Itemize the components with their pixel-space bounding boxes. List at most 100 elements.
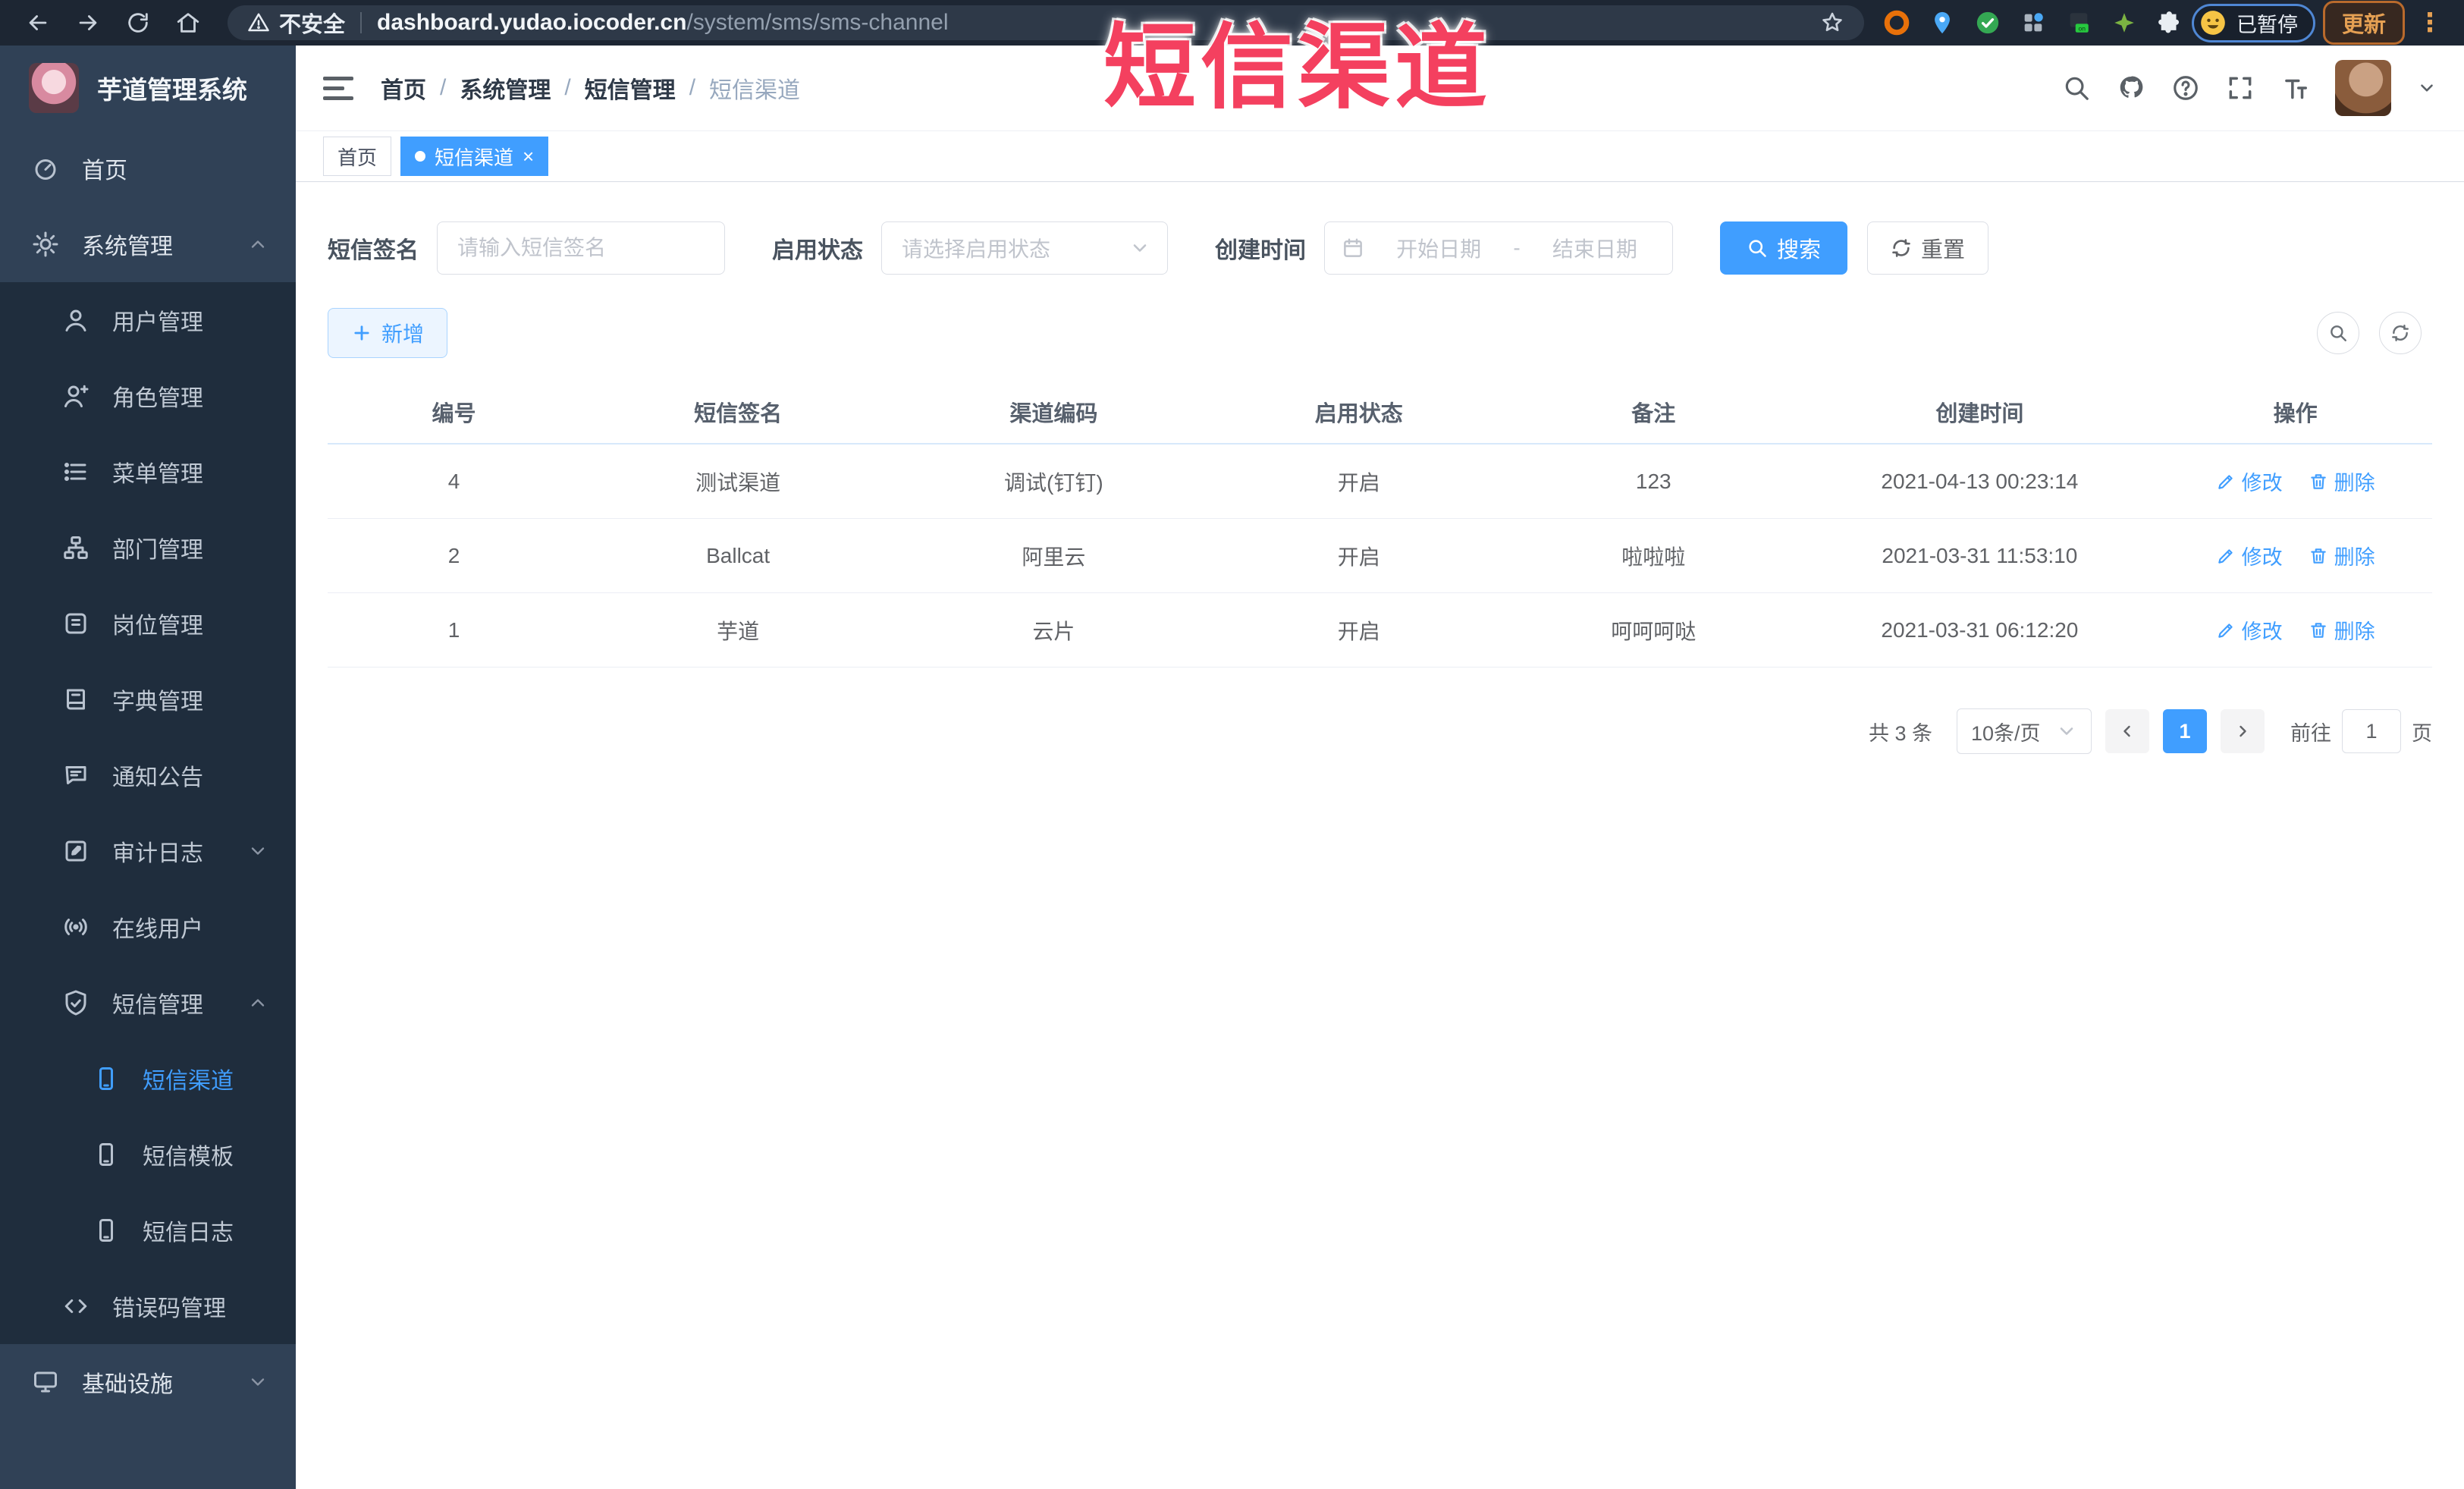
avatar-caret-down-icon[interactable] xyxy=(2417,78,2437,98)
cell-id: 1 xyxy=(447,617,460,642)
sidebar-item-短信管理[interactable]: 短信管理 xyxy=(0,965,296,1041)
font-size-icon[interactable] xyxy=(2280,74,2309,102)
prev-page-icon[interactable] xyxy=(2105,709,2149,753)
delete-link[interactable]: 删除 xyxy=(2309,466,2375,496)
sidebar-item-基础设施[interactable]: 基础设施 xyxy=(0,1344,296,1420)
blue-pin-extension-icon[interactable] xyxy=(1928,8,1957,37)
hamburger-icon[interactable] xyxy=(323,76,353,100)
sidebar-item-label: 审计日志 xyxy=(112,841,203,866)
breadcrumb-item[interactable]: 系统管理 xyxy=(460,71,551,105)
sidebar-item-label: 通知公告 xyxy=(112,765,203,790)
user-avatar[interactable] xyxy=(2335,60,2391,116)
home-icon[interactable] xyxy=(167,6,209,39)
search-button[interactable]: 搜索 xyxy=(1720,221,1848,275)
sidebar-item-首页[interactable]: 首页 xyxy=(0,130,296,206)
sidebar-menu: 首页 系统管理 用户管理 角色管理 菜单管理部门管理岗位管理 字典管理通知公告审计日志在线… xyxy=(0,130,296,1420)
sidebar-item-label: 基础设施 xyxy=(82,1372,173,1397)
sidebar-item-在线用户[interactable]: 在线用户 xyxy=(0,889,296,965)
sidebar-item-label: 部门管理 xyxy=(112,538,203,563)
tab-close-icon[interactable]: × xyxy=(523,146,534,166)
forward-icon[interactable] xyxy=(67,6,109,39)
bookmark-star-icon[interactable] xyxy=(1820,11,1844,35)
tab-home[interactable]: 首页 xyxy=(323,137,392,176)
cell-created: 2021-03-31 06:12:20 xyxy=(1881,617,2079,642)
grid-extension-icon[interactable] xyxy=(2019,8,2048,37)
security-label[interactable]: 不安全 xyxy=(279,7,345,39)
sidebar-item-label: 短信日志 xyxy=(143,1220,234,1246)
breadcrumb: 首页 / 系统管理 / 短信管理 / 短信渠道 xyxy=(381,71,800,105)
cell-remark: 123 xyxy=(1635,469,1671,493)
browser-menu-icon[interactable]: ⋮ xyxy=(2412,8,2447,38)
goto-prefix: 前往 xyxy=(2290,721,2331,745)
sidebar-item-短信模板[interactable]: 短信模板 xyxy=(0,1117,296,1192)
reset-button[interactable]: 重置 xyxy=(1867,221,1989,275)
post-icon xyxy=(62,610,89,637)
sidebar-item-通知公告[interactable]: 通知公告 xyxy=(0,737,296,813)
url-bar[interactable]: 不安全 dashboard.yudao.iocoder.cn /system/s… xyxy=(228,5,1864,40)
status-select[interactable]: 请选择启用状态 xyxy=(881,221,1168,275)
sidebar-item-用户管理[interactable]: 用户管理 xyxy=(0,282,296,358)
sidebar-item-菜单管理[interactable]: 菜单管理 xyxy=(0,434,296,510)
dashboard-icon xyxy=(32,155,59,182)
next-page-icon[interactable] xyxy=(2221,709,2265,753)
cell-status: 开启 xyxy=(1337,619,1380,643)
dark-on-extension-icon[interactable]: on xyxy=(2064,8,2093,37)
main-content: 短信签名 启用状态 请选择启用状态 创建时间 开始日期 - 结束日期 xyxy=(296,182,2464,1489)
sidebar-item-角色管理[interactable]: 角色管理 xyxy=(0,358,296,434)
sidebar-item-错误码管理[interactable]: 错误码管理 xyxy=(0,1268,296,1344)
green-clover-extension-icon[interactable] xyxy=(2110,8,2139,37)
dict-icon xyxy=(62,686,89,713)
sidebar-item-短信渠道[interactable]: 短信渠道 xyxy=(0,1041,296,1117)
breadcrumb-item[interactable]: 首页 xyxy=(381,71,426,105)
browser-update-button[interactable]: 更新 xyxy=(2322,1,2405,45)
green-check-extension-icon[interactable] xyxy=(1973,8,2002,37)
show-search-icon[interactable] xyxy=(2317,312,2359,354)
page-size-select[interactable]: 10条/页 xyxy=(1957,708,2092,754)
tab-sms-channel[interactable]: 短信渠道 × xyxy=(400,137,549,176)
delete-link[interactable]: 删除 xyxy=(2309,541,2375,570)
fullscreen-icon[interactable] xyxy=(2226,74,2255,102)
sidebar-item-部门管理[interactable]: 部门管理 xyxy=(0,510,296,586)
cell-remark: 啦啦啦 xyxy=(1621,545,1686,569)
goto-page-input[interactable] xyxy=(2342,709,2401,753)
paused-badge[interactable]: 已暂停 xyxy=(2191,3,2315,42)
cell-code: 云片 xyxy=(1032,619,1075,643)
sidebar-item-审计日志[interactable]: 审计日志 xyxy=(0,813,296,889)
table-row: 2 Ballcat 阿里云 开启 啦啦啦 2021-03-31 11:53:10 修改 删除 xyxy=(328,519,2432,593)
table-toolbar: 新增 xyxy=(328,308,2432,358)
page-number-active[interactable]: 1 xyxy=(2163,709,2207,753)
logo-avatar xyxy=(29,63,79,113)
add-button[interactable]: 新增 xyxy=(328,308,448,358)
refresh-table-icon[interactable] xyxy=(2379,312,2422,354)
date-start-placeholder: 开始日期 xyxy=(1396,237,1482,261)
cell-status: 开启 xyxy=(1337,545,1380,569)
back-icon[interactable] xyxy=(17,6,59,39)
delete-link[interactable]: 删除 xyxy=(2309,615,2375,645)
sidebar-item-字典管理[interactable]: 字典管理 xyxy=(0,661,296,737)
edit-link[interactable]: 修改 xyxy=(2216,541,2283,570)
puzzle-extensions-icon[interactable] xyxy=(2155,8,2184,37)
cell-actions: 修改 删除 xyxy=(2158,541,2432,570)
sidebar-item-岗位管理[interactable]: 岗位管理 xyxy=(0,586,296,661)
orange-ring-extension-icon[interactable] xyxy=(1882,8,1911,37)
filter-date-group: 创建时间 开始日期 - 结束日期 xyxy=(1215,221,1673,275)
date-range-picker[interactable]: 开始日期 - 结束日期 xyxy=(1324,221,1673,275)
breadcrumb-item[interactable]: 短信管理 xyxy=(585,71,676,105)
edit-link[interactable]: 修改 xyxy=(2216,615,2283,645)
sign-input[interactable] xyxy=(437,221,725,275)
edit-link[interactable]: 修改 xyxy=(2216,466,2283,496)
sidebar-item-系统管理[interactable]: 系统管理 xyxy=(0,206,296,282)
table-header-row: 编号 短信签名 渠道编码 启用状态 备注 创建时间 操作 xyxy=(328,381,2432,445)
sidebar-item-短信日志[interactable]: 短信日志 xyxy=(0,1192,296,1268)
column-header: 短信签名 xyxy=(694,402,783,426)
sidebar-item-label: 短信模板 xyxy=(143,1145,234,1170)
sidebar-logo[interactable]: 芋道管理系统 xyxy=(0,46,296,130)
screen: 不安全 dashboard.yudao.iocoder.cn /system/s… xyxy=(0,0,2464,1489)
url-divider xyxy=(360,12,363,33)
help-icon[interactable] xyxy=(2171,74,2200,102)
github-icon[interactable] xyxy=(2117,74,2145,102)
reload-icon[interactable] xyxy=(117,6,159,39)
pencil-icon xyxy=(2216,472,2236,492)
trash-icon xyxy=(2309,546,2328,566)
search-icon[interactable] xyxy=(2062,74,2091,102)
